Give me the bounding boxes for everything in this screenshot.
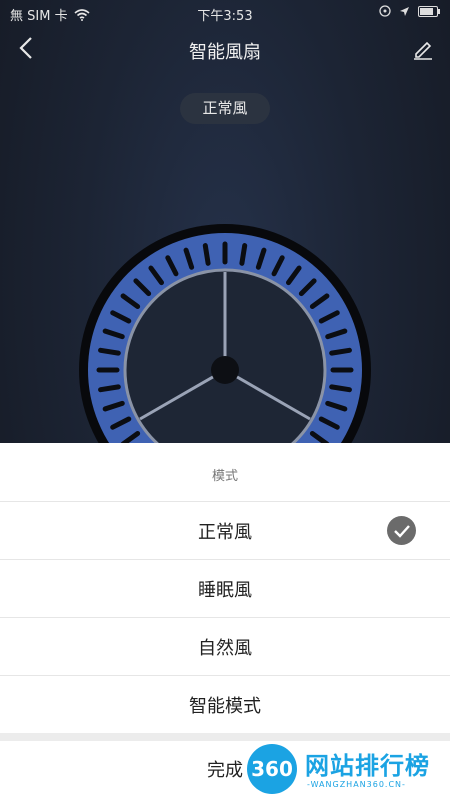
watermark-name: 网站排行榜 [305, 752, 430, 780]
location-icon [400, 6, 409, 16]
orientation-lock-icon [379, 5, 391, 17]
checkmark-icon [387, 516, 416, 545]
option-label: 正常風 [198, 521, 252, 543]
status-right [379, 5, 440, 17]
option-label: 自然風 [198, 637, 252, 659]
page-title: 智能風扇 [189, 42, 261, 63]
pencil-icon [414, 41, 432, 60]
option-label: 睡眠風 [198, 579, 252, 601]
option-normal-wind[interactable]: 正常風 [0, 502, 450, 559]
fan-slot [239, 243, 248, 266]
fan-slot [202, 243, 211, 266]
site-watermark: 360 网站排行榜 -WANGZHAN360.CN- [243, 740, 450, 800]
option-natural-wind[interactable]: 自然風 [0, 618, 450, 675]
fan-slot [329, 384, 352, 393]
fan-slot [98, 347, 121, 356]
watermark-url: -WANGZHAN360.CN- [307, 780, 406, 789]
edit-button[interactable] [412, 38, 438, 64]
current-mode-badge: 正常風 [180, 93, 270, 124]
fan-slot [98, 384, 121, 393]
option-label: 智能模式 [189, 695, 261, 717]
option-sleep-wind[interactable]: 睡眠風 [0, 560, 450, 617]
sheet-title: 模式 [211, 469, 238, 484]
fan-slot [329, 347, 352, 356]
option-smart-mode[interactable]: 智能模式 [0, 676, 450, 733]
battery-icon [418, 5, 440, 17]
watermark-logo: 360 [247, 744, 297, 794]
status-bar: 無 SIM 卡 下午3:53 [0, 0, 450, 26]
fan-control-screen: 無 SIM 卡 下午3:53 智能風扇 正常風 模式 正常風 睡眠風 自然風 智… [0, 0, 450, 800]
nav-bar: 智能風扇 [0, 26, 450, 74]
